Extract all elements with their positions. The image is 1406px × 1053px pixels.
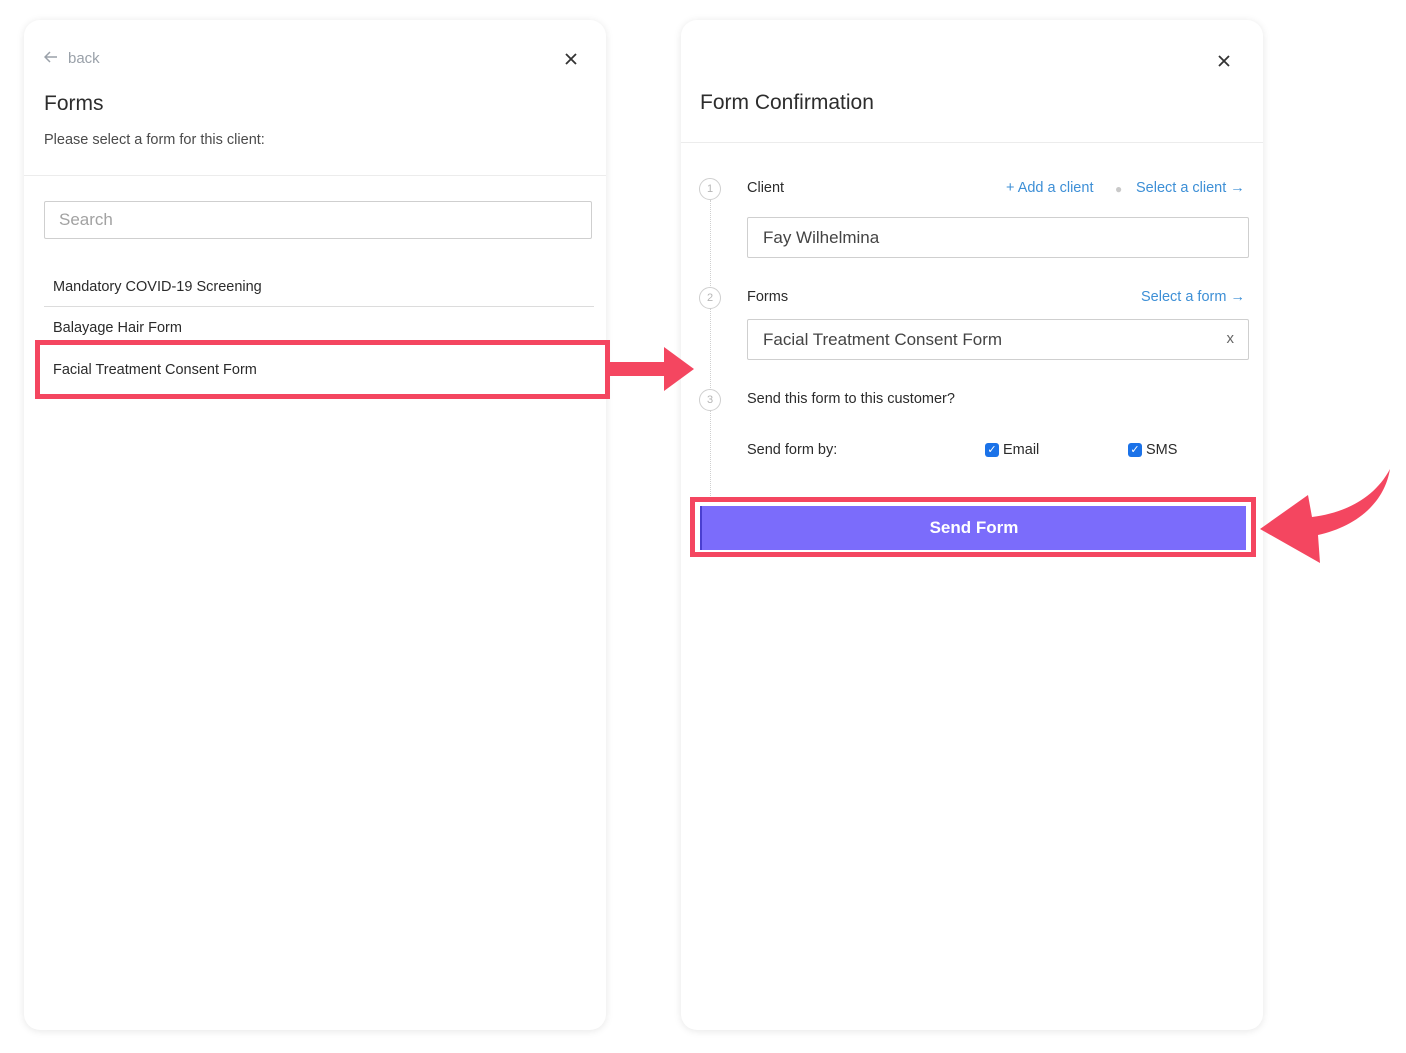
send-question-label: Send this form to this customer? <box>747 391 955 407</box>
confirmation-title: Form Confirmation <box>700 91 874 114</box>
email-checkbox[interactable]: ✓ <box>985 443 999 457</box>
clear-form-icon[interactable]: x <box>1227 330 1235 347</box>
select-form-link[interactable]: Select a form → <box>1141 289 1245 305</box>
send-by-label: Send form by: <box>747 442 838 458</box>
forms-label: Forms <box>747 289 789 305</box>
header-divider <box>681 142 1263 143</box>
highlight-box <box>690 497 1256 557</box>
select-client-link[interactable]: Select a client → <box>1136 180 1245 196</box>
forms-subtitle: Please select a form for this client: <box>44 132 265 148</box>
form-field[interactable]: Facial Treatment Consent Form x <box>747 319 1249 360</box>
close-icon[interactable] <box>1217 52 1231 72</box>
client-label: Client <box>747 180 785 196</box>
step-number: 3 <box>699 389 721 411</box>
forms-panel: back Forms Please select a form for this… <box>24 20 606 1030</box>
form-value: Facial Treatment Consent Form <box>763 329 1003 349</box>
sms-label: SMS <box>1146 442 1178 458</box>
close-icon[interactable] <box>564 50 578 70</box>
sms-checkbox[interactable]: ✓ <box>1128 443 1142 457</box>
back-label: back <box>68 50 100 67</box>
highlight-box <box>35 340 610 399</box>
curved-arrow-icon <box>1260 469 1390 563</box>
step-number: 1 <box>699 178 721 200</box>
email-option[interactable]: ✓ Email <box>985 442 1039 458</box>
separator-dot: ● <box>1115 182 1123 196</box>
back-link[interactable]: back <box>43 50 100 67</box>
step-connector <box>710 410 711 496</box>
form-list-item[interactable]: Mandatory COVID-19 Screening <box>44 267 594 307</box>
email-label: Email <box>1003 442 1040 458</box>
sms-option[interactable]: ✓ SMS <box>1128 442 1177 458</box>
add-client-link[interactable]: + Add a client <box>1006 180 1093 196</box>
client-value: Fay Wilhelmina <box>763 227 880 247</box>
header-divider <box>24 175 606 176</box>
search-input[interactable] <box>44 201 592 239</box>
step-connector <box>710 308 711 398</box>
arrow-right-icon <box>608 347 694 391</box>
client-field[interactable]: Fay Wilhelmina <box>747 217 1249 258</box>
forms-title: Forms <box>44 92 104 115</box>
step-number: 2 <box>699 287 721 309</box>
step-connector <box>710 200 711 298</box>
arrow-left-icon <box>43 50 58 67</box>
